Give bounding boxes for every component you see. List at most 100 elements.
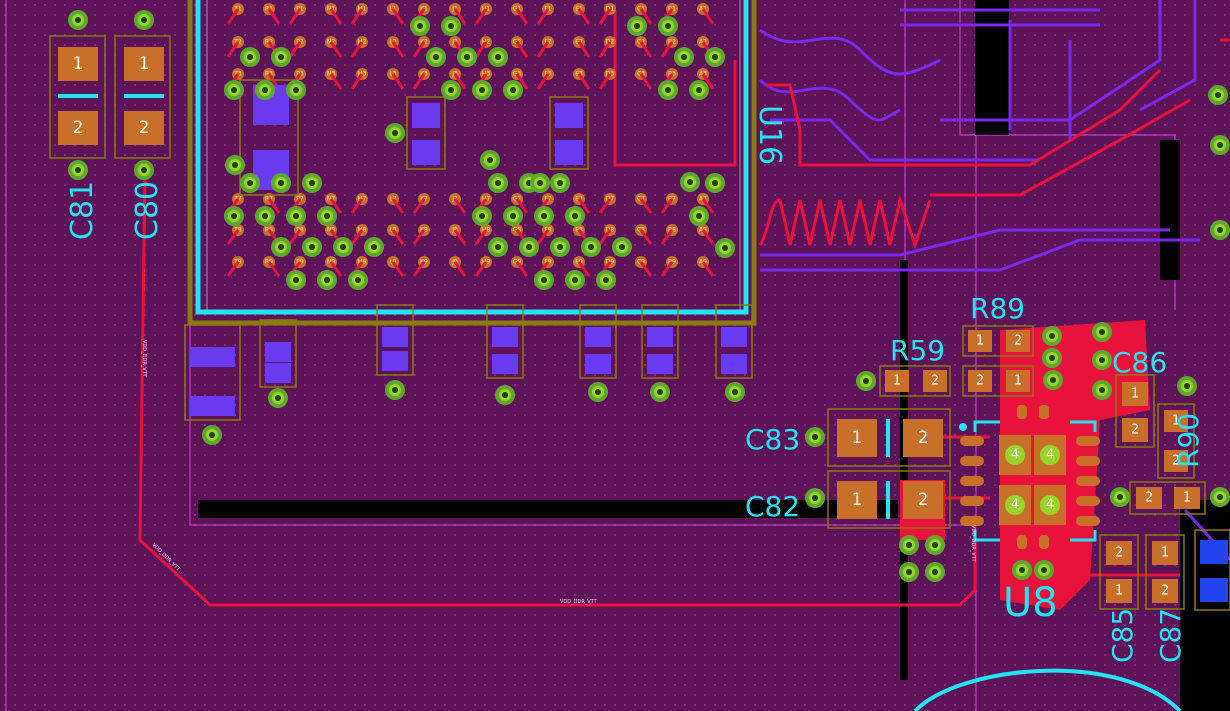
u16-fanout-via[interactable] [472,206,492,226]
u16-fanout-via[interactable] [348,270,368,290]
u8-side-pin[interactable] [1076,516,1100,526]
bga-ball[interactable]: N2 [325,36,343,58]
u8-thermal-pad[interactable]: 4 [999,485,1031,525]
u16-fanout-via[interactable] [689,206,709,226]
via[interactable] [480,150,500,170]
via[interactable] [68,160,88,180]
via[interactable] [68,10,88,30]
via[interactable] [650,382,670,402]
via[interactable] [530,173,550,193]
r89-footprint[interactable]: 1 2 [962,325,1034,357]
u16-fanout-via[interactable] [286,206,306,226]
u16-fanout-via[interactable] [596,270,616,290]
bga-ball[interactable]: J9 [449,256,467,277]
u8-thermal-pad[interactable]: 4 [1034,435,1066,475]
lower-cap[interactable] [715,304,753,379]
u8-bottom-pin[interactable] [1039,535,1049,549]
u16-fanout-via[interactable] [302,173,322,193]
r59-footprint[interactable]: 1 2 [879,365,951,397]
via[interactable] [268,388,288,408]
bga-ball[interactable]: T1 [226,3,244,25]
via[interactable] [385,380,405,400]
via[interactable] [1034,560,1054,580]
u16-fanout-via[interactable] [271,47,291,67]
lower-cap[interactable] [259,319,297,388]
bga-ball[interactable]: C7 [635,193,653,214]
bga-ball[interactable]: C9 [635,256,653,277]
bga-ball[interactable]: M3 [350,68,368,90]
via[interactable] [495,385,515,405]
bga-ball[interactable]: J8 [449,224,467,245]
bga-ball[interactable]: C2 [635,36,653,58]
bga-ball[interactable]: A1 [697,3,715,25]
u16-fanout-via[interactable] [317,206,337,226]
via[interactable] [1042,326,1062,346]
bga-ball[interactable]: J7 [449,193,467,214]
via[interactable] [1177,376,1197,396]
u16-fanout-via[interactable] [255,80,275,100]
u16-fanout-via[interactable] [441,80,461,100]
c85-footprint[interactable]: 2 1 [1099,534,1139,610]
u16-fanout-via[interactable] [488,47,508,67]
c80-footprint[interactable]: 1 2 [114,35,171,159]
lower-cap[interactable] [641,304,679,379]
bga-ball[interactable]: P2 [288,36,306,58]
bga-ball[interactable]: C8 [635,224,653,245]
u16-fanout-via[interactable] [271,173,291,193]
bga-ball[interactable]: E3 [573,68,591,90]
u8-side-pin[interactable] [960,476,984,486]
via[interactable] [805,427,825,447]
u16-fanout-via[interactable] [705,173,725,193]
bga-ball[interactable]: N1 [325,3,343,25]
bga-ball[interactable]: A8 [697,224,715,245]
bga-ball[interactable]: H9 [474,256,492,277]
via[interactable] [134,160,154,180]
bga-ball[interactable]: M7 [350,193,368,214]
bga-ball[interactable]: L3 [387,68,405,90]
u16-fanout-via[interactable] [240,173,260,193]
u16-fanout-via[interactable] [286,80,306,100]
via[interactable] [1210,487,1230,507]
u16-fanout-via[interactable] [503,80,523,100]
bga-ball[interactable]: K8 [412,224,430,245]
bga-ball[interactable]: F2 [536,36,554,58]
via[interactable] [925,562,945,582]
u16-fanout-via[interactable] [488,173,508,193]
u8-bottom-pin[interactable] [1017,535,1027,549]
u8-side-pin[interactable] [1076,496,1100,506]
u16-fanout-via[interactable] [472,80,492,100]
u16-fanout-via[interactable] [488,237,508,257]
bga-ball[interactable]: G1 [511,3,529,25]
bga-ball[interactable]: P8 [288,224,306,245]
bga-ball[interactable]: R9 [263,256,281,277]
u16-fanout-via[interactable] [689,80,709,100]
u16-fanout-via[interactable] [565,206,585,226]
bga-ball[interactable]: L2 [387,36,405,58]
r-unnamed-footprint[interactable]: 2 1 [962,365,1034,397]
via[interactable] [715,238,735,258]
bga-ball[interactable]: L1 [387,3,405,25]
bga-ball[interactable]: F3 [536,68,554,90]
u16-fanout-via[interactable] [612,237,632,257]
u16-fanout-via[interactable] [550,237,570,257]
u8-side-pin[interactable] [960,496,984,506]
u16-fanout-via[interactable] [658,80,678,100]
via[interactable] [225,155,245,175]
bga-ball[interactable]: M8 [350,224,368,245]
via[interactable] [1110,487,1130,507]
u8-top-pin[interactable] [1017,405,1027,419]
bga-ball[interactable]: N3 [325,68,343,90]
lower-cap[interactable] [376,304,414,376]
via[interactable] [202,425,222,445]
u8-top-pin[interactable] [1039,405,1049,419]
u8-side-pin[interactable] [960,456,984,466]
u8-side-pin[interactable] [1076,456,1100,466]
u16-fanout-via[interactable] [627,16,647,36]
bga-ball[interactable]: M1 [350,3,368,25]
c87-footprint[interactable]: 1 2 [1145,534,1185,610]
bga-ball[interactable]: B7 [660,193,678,214]
u16-fanout-via[interactable] [271,237,291,257]
bga-ball[interactable]: D7 [598,193,616,214]
via[interactable] [134,10,154,30]
u16-fanout-via[interactable] [658,16,678,36]
